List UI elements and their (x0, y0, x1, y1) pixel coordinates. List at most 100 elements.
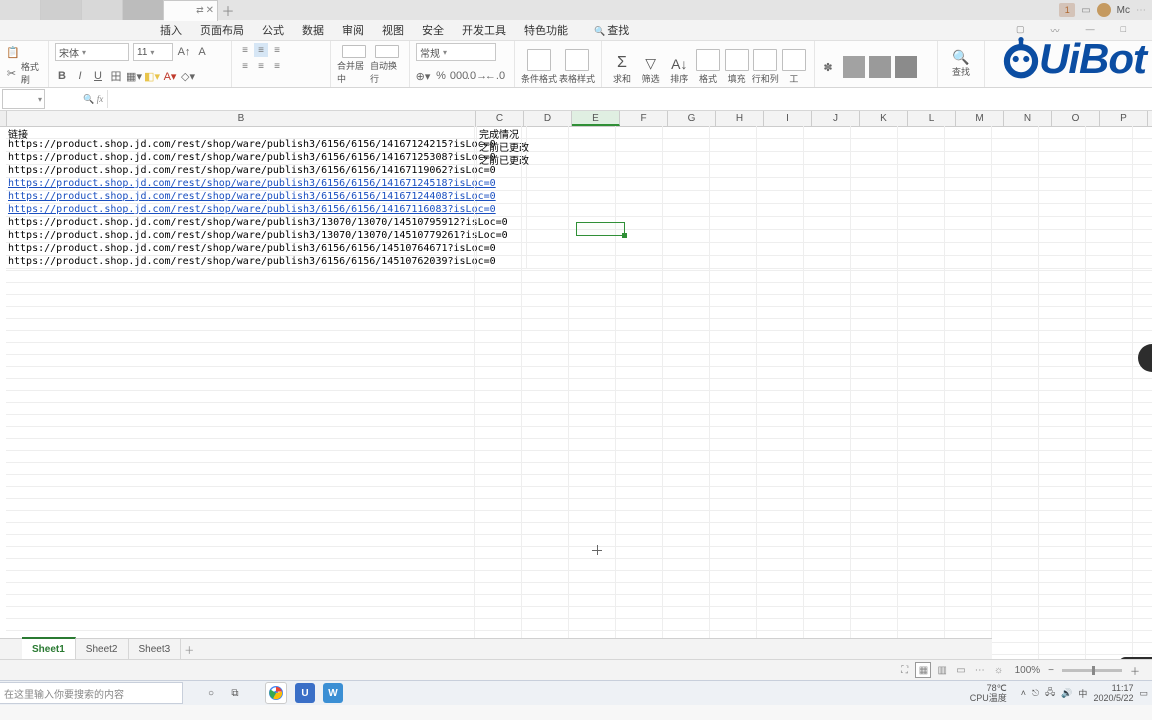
uibot-app-icon[interactable]: U (295, 683, 315, 703)
filter-button[interactable]: ▽筛选 (637, 45, 665, 85)
obscured-button[interactable] (843, 56, 865, 78)
tray-chevron-icon[interactable]: ˄ (1021, 688, 1026, 698)
align-top-center-icon[interactable]: ≡ (254, 43, 268, 57)
freeze-icon[interactable]: ✽ (821, 60, 835, 74)
worksheet[interactable]: BCDEFGHIJKLMNOP 链接完成情况https://product.sh… (0, 111, 1152, 659)
obscured-button[interactable] (895, 56, 917, 78)
sheet-tab-3[interactable]: Sheet3 (129, 639, 182, 659)
fill-button[interactable]: 填充 (723, 45, 751, 85)
col-header-M[interactable]: M (956, 111, 1004, 126)
table-row[interactable]: https://product.shop.jd.com/rest/shop/wa… (6, 243, 1152, 256)
obscured-button[interactable] (869, 56, 891, 78)
window-min-icon[interactable]: — (1086, 24, 1095, 37)
cells-area[interactable]: 链接完成情况https://product.shop.jd.com/rest/s… (6, 126, 1152, 659)
col-header-B[interactable]: B (7, 111, 476, 126)
formula-input[interactable] (107, 90, 1152, 108)
col-header-I[interactable]: I (764, 111, 812, 126)
menu-find[interactable]: 查找 (594, 22, 629, 38)
rowcol-button[interactable]: 行和列 (751, 45, 779, 85)
view-normal-icon[interactable]: ▦ (915, 662, 931, 678)
table-style-button[interactable]: 表格样式 (559, 45, 595, 85)
col-header-C[interactable]: C (476, 111, 524, 126)
fill-color-icon[interactable]: ◧▾ (145, 69, 159, 83)
tray-ime[interactable]: 中 (1078, 687, 1087, 700)
merge-center-button[interactable]: 合并居中 (337, 45, 370, 85)
increase-font-icon[interactable]: A↑ (177, 45, 191, 59)
zoom-in-icon[interactable]: ＋ (1130, 663, 1140, 678)
tab-thumb[interactable] (0, 0, 41, 20)
user-avatar[interactable] (1097, 3, 1111, 17)
align-top-left-icon[interactable]: ≡ (238, 43, 252, 57)
table-row[interactable]: https://product.shop.jd.com/rest/shop/wa… (6, 204, 1152, 217)
clear-format-icon[interactable]: ◇▾ (181, 69, 195, 83)
col-header-H[interactable]: H (716, 111, 764, 126)
font-size-combo[interactable]: 11 (133, 43, 173, 61)
view-eye-icon[interactable]: ☼ (991, 662, 1007, 678)
tray-notifications-icon[interactable]: ▭ (1139, 688, 1148, 699)
menu-insert[interactable]: 插入 (160, 22, 182, 38)
wrap-text-button[interactable]: 自动换行 (370, 45, 403, 85)
menu-review[interactable]: 审阅 (342, 22, 364, 38)
menu-formulas[interactable]: 公式 (262, 22, 284, 38)
task-timeline-icon[interactable]: ⧉ (223, 681, 247, 705)
dec-decimal-icon[interactable]: ←.0 (488, 69, 502, 83)
view-dash-icon[interactable]: ⋯ (972, 662, 988, 678)
menu-data[interactable]: 数据 (302, 22, 324, 38)
fx-icon[interactable]: 🔍 fx (83, 94, 103, 105)
font-color-icon[interactable]: A▾ (163, 69, 177, 83)
find-icon[interactable]: 🔍 (954, 51, 968, 65)
col-header-J[interactable]: J (812, 111, 860, 126)
menu-security[interactable]: 安全 (422, 22, 444, 38)
align-bottom-left-icon[interactable]: ≡ (238, 59, 252, 73)
zoom-level[interactable]: 100% (1015, 665, 1041, 676)
align-bottom-right-icon[interactable]: ≡ (270, 59, 284, 73)
col-header-F[interactable]: F (620, 111, 668, 126)
chrome-icon[interactable] (265, 682, 287, 704)
col-header-L[interactable]: L (908, 111, 956, 126)
bold-icon[interactable]: B (55, 69, 69, 83)
underline-icon[interactable]: U (91, 69, 105, 83)
align-top-right-icon[interactable]: ≡ (270, 43, 284, 57)
menu-special[interactable]: 特色功能 (524, 22, 568, 38)
tab-thumb[interactable] (41, 0, 82, 20)
tab-thumb[interactable] (123, 0, 164, 20)
table-row[interactable]: https://product.shop.jd.com/rest/shop/wa… (6, 191, 1152, 204)
table-row[interactable]: https://product.shop.jd.com/rest/shop/wa… (6, 139, 1152, 152)
tab-close-icon[interactable]: ✕ (206, 5, 214, 16)
comma-icon[interactable]: 000 (452, 69, 466, 83)
col-header-N[interactable]: N (1004, 111, 1052, 126)
view-reading-icon[interactable]: ▭ (953, 662, 969, 678)
new-tab-button[interactable]: ＋ (218, 1, 238, 20)
sheet-tab-2[interactable]: Sheet2 (76, 639, 129, 659)
table-row[interactable]: 链接完成情况 (6, 126, 1152, 139)
border-icon[interactable]: ▦▾ (127, 69, 141, 83)
col-header-D[interactable]: D (524, 111, 572, 126)
tab-thumb[interactable] (82, 0, 123, 20)
cpu-temp[interactable]: 78℃ CPU温度 (970, 683, 1007, 703)
zoom-slider[interactable] (1062, 669, 1122, 672)
zoom-out-icon[interactable]: − (1048, 665, 1054, 676)
cond-format-button[interactable]: 条件格式 (521, 45, 557, 85)
ribbon-opts-icon[interactable]: 〰 (1051, 24, 1060, 37)
taskbar-search[interactable]: 在这里输入你要搜索的内容 (0, 682, 183, 704)
col-header-G[interactable]: G (668, 111, 716, 126)
view-page-icon[interactable]: ▥ (934, 662, 950, 678)
table-row[interactable]: https://product.shop.jd.com/rest/shop/wa… (6, 152, 1152, 165)
add-sheet-button[interactable]: ＋ (181, 642, 197, 657)
paste-icon[interactable]: 📋 (6, 45, 20, 59)
ribbon-min-icon[interactable]: ▢ (1016, 24, 1025, 37)
worksheet-button[interactable]: 工 (780, 45, 808, 85)
col-header-E[interactable]: E (572, 111, 620, 126)
sort-button[interactable]: A↓排序 (665, 45, 693, 85)
task-view-icon[interactable]: ○ (199, 681, 223, 705)
tray-clock[interactable]: 11:17 2020/5/22 (1093, 683, 1133, 703)
strike-icon[interactable]: 田 (109, 69, 123, 83)
col-header-K[interactable]: K (860, 111, 908, 126)
sheet-tab-1[interactable]: Sheet1 (22, 637, 76, 659)
workbook-tab[interactable]: ⇄ ✕ (164, 0, 218, 21)
name-box[interactable] (2, 89, 45, 109)
align-bottom-center-icon[interactable]: ≡ (254, 59, 268, 73)
col-header-O[interactable]: O (1052, 111, 1100, 126)
table-row[interactable]: https://product.shop.jd.com/rest/shop/wa… (6, 165, 1152, 178)
sum-button[interactable]: Σ求和 (608, 45, 636, 85)
